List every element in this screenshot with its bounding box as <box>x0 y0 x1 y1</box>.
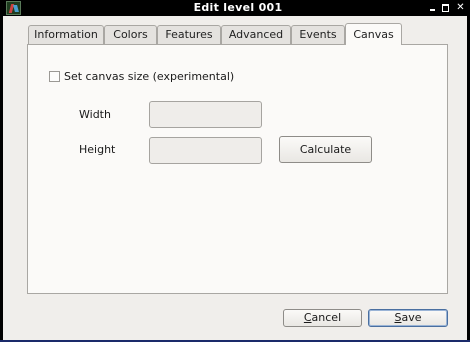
tab-colors[interactable]: Colors <box>104 25 157 44</box>
calculate-button[interactable]: Calculate <box>279 136 372 163</box>
save-button[interactable]: Save <box>368 309 448 327</box>
edit-level-dialog: Edit level 001 ✕ Information Colors Feat… <box>0 0 470 342</box>
tab-canvas[interactable]: Canvas <box>345 23 402 45</box>
set-canvas-size-checkbox[interactable] <box>49 71 60 82</box>
minimize-icon[interactable] <box>427 1 438 14</box>
save-label-rest: ave <box>401 311 422 324</box>
title-bar[interactable]: Edit level 001 ✕ <box>3 0 470 16</box>
cancel-label-rest: ancel <box>311 311 342 324</box>
cancel-mnemonic: C <box>303 311 312 324</box>
cancel-button[interactable]: Cancel <box>283 309 362 327</box>
height-input[interactable] <box>149 137 262 164</box>
width-label: Width <box>79 108 111 121</box>
tab-information[interactable]: Information <box>28 25 104 44</box>
maximize-icon[interactable] <box>440 1 451 14</box>
window-title: Edit level 001 <box>193 1 283 14</box>
tab-events[interactable]: Events <box>291 25 345 44</box>
close-icon[interactable]: ✕ <box>455 1 466 14</box>
height-label: Height <box>79 143 116 156</box>
tab-advanced[interactable]: Advanced <box>221 25 291 44</box>
set-canvas-size-label[interactable]: Set canvas size (experimental) <box>64 70 234 83</box>
width-input[interactable] <box>149 101 262 128</box>
tab-features[interactable]: Features <box>157 25 221 44</box>
